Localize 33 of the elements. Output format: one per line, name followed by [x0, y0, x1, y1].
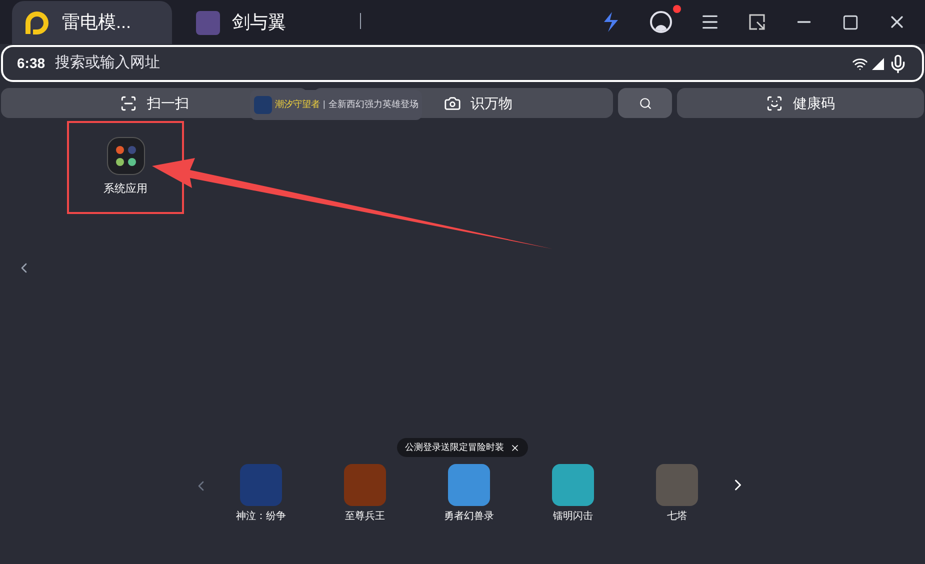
logo-icon	[24, 10, 50, 36]
wifi-icon	[852, 56, 868, 72]
scan-icon	[120, 94, 137, 112]
status-time: 6:38	[17, 54, 46, 73]
signal-icon	[872, 58, 884, 70]
maximize-icon[interactable]	[842, 14, 859, 30]
game-thumbnail	[196, 10, 220, 34]
tooltip: 公测登录送限定冒险时装	[397, 438, 528, 457]
quick-action-button[interactable]: 健康码	[677, 88, 924, 118]
game-name: 至尊兵王	[345, 510, 385, 524]
folder-label: 系统应用	[104, 182, 148, 197]
separator: |	[323, 98, 326, 112]
close-icon[interactable]	[510, 442, 520, 452]
search-icon	[638, 96, 652, 110]
camera-icon	[444, 94, 460, 112]
folder-icon[interactable]	[106, 137, 144, 175]
game-icon[interactable]	[448, 464, 490, 506]
window-resize-icon[interactable]	[748, 13, 766, 31]
game-name: 勇者幻兽录	[444, 510, 494, 524]
game-name: 镭明闪击	[553, 510, 593, 524]
game-name: 神泣：纷争	[236, 510, 286, 524]
game-name: 七塔	[667, 510, 687, 524]
account-button[interactable]	[650, 11, 672, 33]
tab[interactable]: 剑与翼	[184, 1, 344, 44]
ad-toast[interactable]: 潮汐守望者 | 全新西幻强力英雄登场	[250, 90, 422, 120]
search-button[interactable]	[618, 88, 672, 118]
game-thumbnail	[254, 96, 272, 114]
search-placeholder: 搜索或输入网址	[55, 53, 160, 74]
ad-text: 全新西幻强力英雄登场	[328, 98, 418, 112]
game-icon[interactable]	[552, 464, 594, 506]
face-scan-icon	[766, 94, 783, 112]
tab[interactable]: 雷电模...	[12, 1, 172, 44]
search-field[interactable]: 6:38 搜索或输入网址	[1, 45, 924, 82]
